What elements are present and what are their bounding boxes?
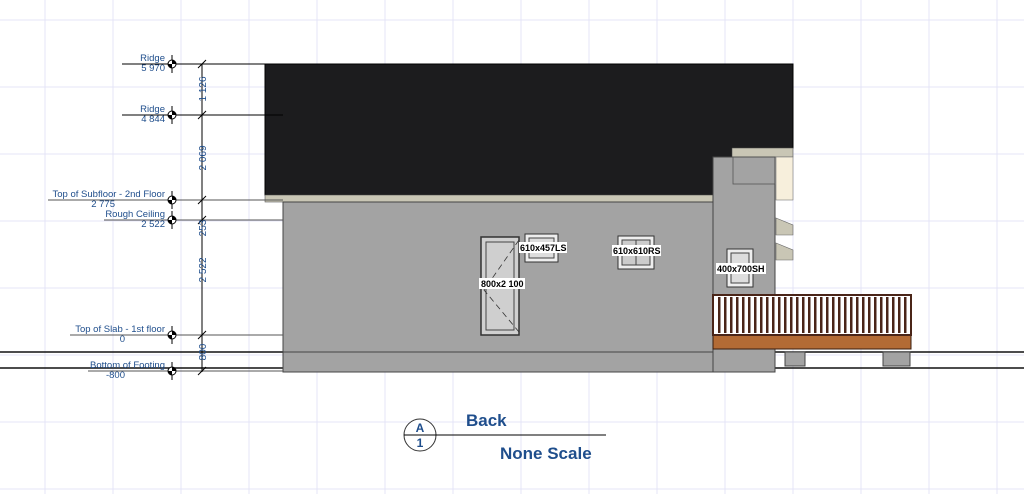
- elevation-view[interactable]: 800x2 100 610x457LS 610x610RS 400x700SH …: [0, 0, 1024, 494]
- door-tag[interactable]: 800x2 100: [481, 279, 524, 289]
- baluster: [778, 297, 781, 333]
- baluster: [790, 297, 793, 333]
- window-tag-3[interactable]: 400x700SH: [717, 264, 765, 274]
- level-elevation: 4 844: [141, 114, 165, 125]
- baluster: [766, 297, 769, 333]
- baluster: [802, 297, 805, 333]
- baluster: [820, 297, 823, 333]
- level-4[interactable]: Top of Slab - 1st floor0: [70, 324, 283, 345]
- baluster: [784, 297, 787, 333]
- baluster: [892, 297, 895, 333]
- baluster: [772, 297, 775, 333]
- level-0[interactable]: Ridge5 970: [122, 53, 265, 74]
- level-elevation: 0: [120, 334, 125, 345]
- baluster: [844, 297, 847, 333]
- level-2[interactable]: Top of Subfloor - 2nd Floor2 775: [48, 189, 283, 210]
- level-elevation: 2 522: [141, 219, 165, 230]
- level-elevation: -800: [106, 370, 125, 381]
- baluster: [748, 297, 751, 333]
- baluster: [814, 297, 817, 333]
- dimension-value: 2 069: [198, 145, 209, 170]
- window-tag-1[interactable]: 610x457LS: [520, 243, 567, 253]
- baluster: [724, 297, 727, 333]
- baluster: [736, 297, 739, 333]
- baluster: [730, 297, 733, 333]
- level-markers: Ridge5 970Ridge4 844Top of Subfloor - 2n…: [48, 53, 283, 381]
- baluster: [718, 297, 721, 333]
- baluster: [856, 297, 859, 333]
- dimension-value: 1 126: [198, 76, 209, 101]
- baluster: [886, 297, 889, 333]
- dimension-value: 2 522: [198, 257, 209, 282]
- level-3[interactable]: Rough Ceiling2 522: [104, 209, 283, 230]
- view-name: Back: [466, 411, 507, 430]
- baluster: [742, 297, 745, 333]
- baluster: [898, 297, 901, 333]
- baluster: [838, 297, 841, 333]
- detail-number: A: [416, 421, 425, 435]
- view-scale: None Scale: [500, 444, 592, 463]
- baluster: [862, 297, 865, 333]
- baluster: [760, 297, 763, 333]
- level-name: Bottom of Footing: [90, 360, 165, 371]
- dimension-value: 800: [198, 343, 209, 360]
- window-tag-2[interactable]: 610x610RS: [613, 246, 661, 256]
- baluster: [754, 297, 757, 333]
- baluster: [880, 297, 883, 333]
- sheet-number: 1: [417, 436, 424, 450]
- level-5[interactable]: Bottom of Footing-800: [88, 360, 283, 381]
- baluster: [868, 297, 871, 333]
- baluster: [832, 297, 835, 333]
- level-elevation: 5 970: [141, 63, 165, 74]
- baluster: [904, 297, 907, 333]
- dimension-value: 253: [198, 219, 209, 236]
- baluster: [796, 297, 799, 333]
- baluster: [850, 297, 853, 333]
- baluster: [826, 297, 829, 333]
- view-title[interactable]: A 1 Back None Scale: [403, 411, 606, 463]
- baluster: [874, 297, 877, 333]
- baluster: [808, 297, 811, 333]
